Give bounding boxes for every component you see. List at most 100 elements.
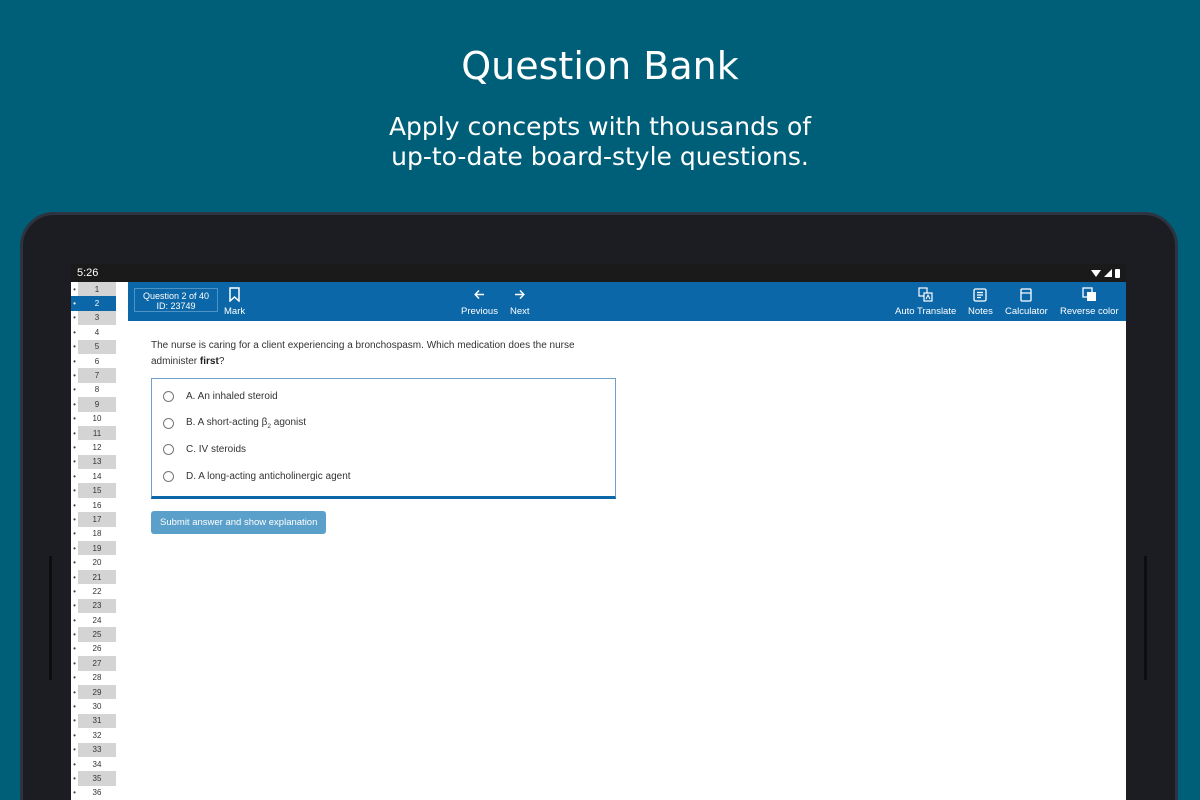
battery-icon [1115,268,1120,278]
bullet-icon: • [73,327,76,337]
notes-label: Notes [968,306,993,317]
question-nav-item[interactable]: • 33 [71,742,116,757]
question-nav-number: 19 [78,541,116,556]
notes-icon [973,286,988,303]
bullet-icon: • [73,371,76,381]
question-nav-number: 17 [78,512,116,527]
choice-label-text: B. A short-acting β [186,416,268,428]
bullet-icon: • [73,558,76,568]
question-nav-number: 22 [92,586,102,596]
next-button[interactable]: Next [510,286,530,317]
question-nav-item[interactable]: • 26 [71,642,116,656]
bullet-icon: • [73,486,76,496]
bookmark-icon [229,286,240,303]
question-nav-item[interactable]: • 34 [71,757,116,771]
question-nav-number: 21 [78,569,116,585]
question-nav-number: 4 [94,327,100,337]
question-nav-item[interactable]: • 12 [71,440,116,454]
bullet-icon: • [73,385,76,395]
question-nav-number: 18 [92,529,102,539]
question-nav-item[interactable]: • 17 [71,512,116,527]
question-nav-item[interactable]: • 7 [71,368,116,383]
question-nav-item[interactable]: • 20 [71,555,116,569]
question-nav-item[interactable]: • 10 [71,412,116,426]
question-nav-item[interactable]: • 9 [71,397,116,412]
question-nav-item[interactable]: • 2 [71,296,116,311]
bullet-icon: • [73,572,76,582]
question-nav-item[interactable]: • 36 [71,786,116,800]
question-nav-item[interactable]: • 5 [71,339,116,354]
question-nav-item[interactable]: • 11 [71,425,116,441]
question-nav-item[interactable]: • 32 [71,728,116,742]
submit-answer-button[interactable]: Submit answer and show explanation [151,510,327,534]
answer-choice-d[interactable]: D. A long-acting anticholinergic agent [152,463,615,490]
question-nav-number: 31 [78,713,116,729]
notes-button[interactable]: Notes [968,286,993,317]
question-nav-number: 9 [78,397,116,412]
promo-subtitle-line-2: up-to-date board-style questions. [391,142,809,171]
question-nav-item[interactable]: • 28 [71,671,116,685]
question-nav-item[interactable]: • 15 [71,483,116,498]
question-nav-item[interactable]: • 13 [71,454,116,470]
question-nav-item[interactable]: • 1 [71,282,116,297]
question-nav-item[interactable]: • 8 [71,383,116,397]
bullet-icon: • [73,284,76,294]
bullet-icon: • [73,313,76,323]
bullet-icon: • [73,773,76,783]
question-nav-item[interactable]: • 24 [71,613,116,627]
bullet-icon: • [73,299,76,309]
question-nav-item[interactable]: • 22 [71,584,116,598]
tablet-screen: 5:26 • 1 • 2 • 3 • 4 • 5 • 6 • 7 • 8 • 9 • 10 • 11 • 12 • 13 • 14 • 1… [71,264,1126,800]
answer-choice-c[interactable]: C. IV steroids [152,436,615,463]
bullet-icon: • [73,615,76,625]
question-nav-item[interactable]: • 35 [71,771,116,786]
question-nav-item[interactable]: • 4 [71,325,116,339]
bullet-icon: • [73,673,76,683]
calculator-icon [1020,286,1033,303]
question-nav-number: 28 [92,673,102,683]
question-nav-item[interactable]: • 21 [71,569,116,585]
question-nav-number: 15 [78,483,116,498]
question-nav-item[interactable]: • 25 [71,627,116,642]
radio-button[interactable] [163,470,174,482]
answer-choice-b[interactable]: B. A short-acting β2 agonist [152,410,615,437]
question-emphasis: first [199,355,219,367]
question-nav-number: 23 [78,598,116,613]
question-nav-number: 8 [94,385,100,395]
bullet-icon: • [73,457,76,467]
question-nav-item[interactable]: • 27 [71,656,116,671]
question-nav-number: 1 [78,282,116,297]
radio-button[interactable] [163,390,174,402]
previous-button[interactable]: Previous [461,286,498,317]
mark-label: Mark [224,306,246,317]
auto-translate-button[interactable]: Auto Translate [895,286,956,317]
radio-button[interactable] [163,417,174,429]
bullet-icon: • [73,414,76,424]
question-nav-item[interactable]: • 19 [71,541,116,556]
bullet-icon: • [73,687,76,697]
question-nav-item[interactable]: • 29 [71,684,116,700]
question-nav-item[interactable]: • 31 [71,713,116,729]
bullet-icon: • [73,644,76,654]
question-nav-item[interactable]: • 23 [71,598,116,613]
mark-button[interactable]: Mark [224,286,245,317]
question-nav-item[interactable]: • 6 [71,354,116,368]
question-nav-number: 29 [78,684,116,700]
reverse-color-button[interactable]: Reverse color [1060,286,1119,317]
bullet-icon: • [73,586,76,596]
question-nav-item[interactable]: • 3 [71,310,116,326]
question-navigator: • 1 • 2 • 3 • 4 • 5 • 6 • 7 • 8 • 9 • 10 • 11 • 12 • 13 • 14 • 15 • 16 •… [71,282,116,800]
question-nav-item[interactable]: • 16 [71,498,116,512]
question-nav-number: 2 [94,299,100,309]
answer-choice-a[interactable]: A. An inhaled steroid [152,383,615,410]
bullet-icon: • [73,788,76,798]
question-nav-item[interactable]: • 14 [71,469,116,483]
calculator-button[interactable]: Calculator [1005,286,1048,317]
radio-button[interactable] [163,444,174,456]
question-nav-number: 30 [92,702,102,712]
question-nav-number: 13 [78,454,116,470]
question-nav-item[interactable]: • 30 [71,699,116,713]
status-bar: 5:26 [71,264,1126,282]
question-nav-item[interactable]: • 18 [71,527,116,541]
question-nav-number: 34 [92,759,102,769]
